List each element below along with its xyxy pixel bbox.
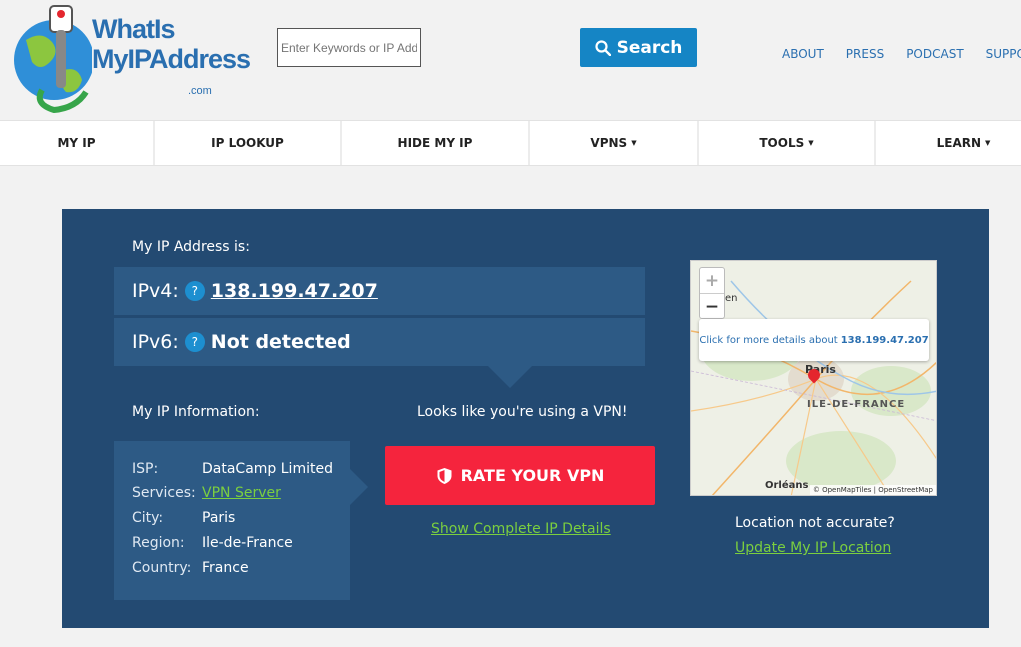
site-logo[interactable]: WhatIs MyIPAddress .com xyxy=(12,0,251,116)
services-link[interactable]: VPN Server xyxy=(202,485,281,501)
nav-item-ip-lookup[interactable]: IP LOOKUP xyxy=(155,121,342,165)
info-value: France xyxy=(202,560,249,576)
map-zoom-control: + − xyxy=(699,267,725,319)
zoom-in-button[interactable]: + xyxy=(700,268,724,294)
ipv6-value: Not detected xyxy=(210,331,351,353)
nav-item-vpns[interactable]: VPNS ▼ xyxy=(530,121,699,165)
vpn-notice: Looks like you're using a VPN! xyxy=(417,404,628,420)
info-row-region: Region: Ile-de-France xyxy=(132,535,293,551)
globe-logo-icon xyxy=(14,5,94,114)
search-button[interactable]: Search xyxy=(580,28,697,67)
location-question: Location not accurate? xyxy=(735,515,895,531)
ip-info-box: ISP: DataCamp Limited Services: VPN Server… xyxy=(114,441,350,600)
caret-down-icon: ▼ xyxy=(985,139,991,147)
nav-item-label: LEARN xyxy=(936,136,982,150)
caret-down-icon: ▼ xyxy=(808,139,814,147)
info-row-city: City: Paris xyxy=(132,510,235,526)
caret-down-icon: ▼ xyxy=(631,139,637,147)
search-button-label: Search xyxy=(616,37,683,58)
nav-item-label: HIDE MY IP xyxy=(397,136,473,150)
site-header: WhatIs MyIPAddress .com Search ABOUT PRE… xyxy=(0,0,1021,120)
location-map[interactable]: + − en Click for more details about 138.… xyxy=(690,260,937,496)
search-icon xyxy=(594,39,611,56)
ipv4-row: IPv4: ? 138.199.47.207 xyxy=(114,267,645,315)
info-key: Country: xyxy=(132,560,192,576)
info-value: Paris xyxy=(202,510,236,526)
show-details-link[interactable]: Show Complete IP Details xyxy=(431,521,611,537)
logo-line2: MyIPAddress xyxy=(92,44,251,74)
info-key: City: xyxy=(132,510,164,526)
ipv4-label: IPv4: xyxy=(132,280,179,302)
search-input[interactable] xyxy=(277,28,421,67)
top-links: ABOUT PRESS PODCAST SUPPORT xyxy=(782,47,1021,61)
map-popup-text: Click for more details about xyxy=(699,334,838,346)
update-location-link[interactable]: Update My IP Location xyxy=(735,540,891,556)
top-link-press[interactable]: PRESS xyxy=(846,47,884,61)
info-key: Region: xyxy=(132,535,185,551)
map-attribution[interactable]: © OpenMapTiles | OpenStreetMap xyxy=(809,485,936,495)
nav-item-tools[interactable]: TOOLS ▼ xyxy=(699,121,876,165)
top-link-about[interactable]: ABOUT xyxy=(782,47,824,61)
ipv4-value[interactable]: 138.199.47.207 xyxy=(211,280,378,302)
nav-item-label: MY IP xyxy=(57,136,96,150)
info-heading: My IP Information: xyxy=(132,404,260,420)
map-popup-ip: 138.199.47.207 xyxy=(840,334,929,346)
info-row-country: Country: France xyxy=(132,560,249,576)
info-key: ISP: xyxy=(132,461,159,477)
info-value: Ile-de-France xyxy=(202,535,293,551)
ip-info-panel: My IP Address is: IPv4: ? 138.199.47.207… xyxy=(62,209,989,628)
ipv6-row: IPv6: ? Not detected xyxy=(114,318,645,366)
top-link-podcast[interactable]: PODCAST xyxy=(906,47,963,61)
ip-heading: My IP Address is: xyxy=(132,239,250,255)
info-row-isp: ISP: DataCamp Limited xyxy=(132,461,333,477)
nav-item-my-ip[interactable]: MY IP xyxy=(0,121,155,165)
info-value: DataCamp Limited xyxy=(202,461,333,477)
shield-icon xyxy=(437,467,452,484)
top-link-support[interactable]: SUPPORT xyxy=(986,47,1021,61)
map-label-west: en xyxy=(725,293,738,304)
speech-pointer xyxy=(488,366,532,388)
map-label-region: ILE-DE-FRANCE xyxy=(807,399,906,410)
info-key: Services: xyxy=(132,485,196,501)
info-pointer xyxy=(350,469,368,505)
nav-item-label: VPNS xyxy=(590,136,628,150)
help-icon[interactable]: ? xyxy=(184,281,205,301)
logo-sub: .com xyxy=(188,85,212,97)
nav-item-label: TOOLS xyxy=(759,136,805,150)
help-icon[interactable]: ? xyxy=(184,332,205,352)
zoom-out-button[interactable]: − xyxy=(700,294,724,320)
nav-item-learn[interactable]: LEARN ▼ xyxy=(876,121,1021,165)
nav-item-hide-my-ip[interactable]: HIDE MY IP xyxy=(342,121,530,165)
logo-wordmark: WhatIs MyIPAddress .com xyxy=(92,14,251,97)
ipv6-label: IPv6: xyxy=(132,331,179,353)
logo-line1: WhatIs xyxy=(92,14,176,44)
rate-your-vpn-button[interactable]: RATE YOUR VPN xyxy=(385,446,655,505)
info-row-services: Services: VPN Server xyxy=(132,485,281,501)
map-popup[interactable]: Click for more details about 138.199.47.… xyxy=(699,319,929,361)
main-nav: MY IP IP LOOKUP HIDE MY IP VPNS ▼ TOOLS … xyxy=(0,120,1021,166)
rate-vpn-label: RATE YOUR VPN xyxy=(460,466,605,485)
map-label-south: Orléans xyxy=(765,480,809,491)
nav-item-label: IP LOOKUP xyxy=(211,136,284,150)
